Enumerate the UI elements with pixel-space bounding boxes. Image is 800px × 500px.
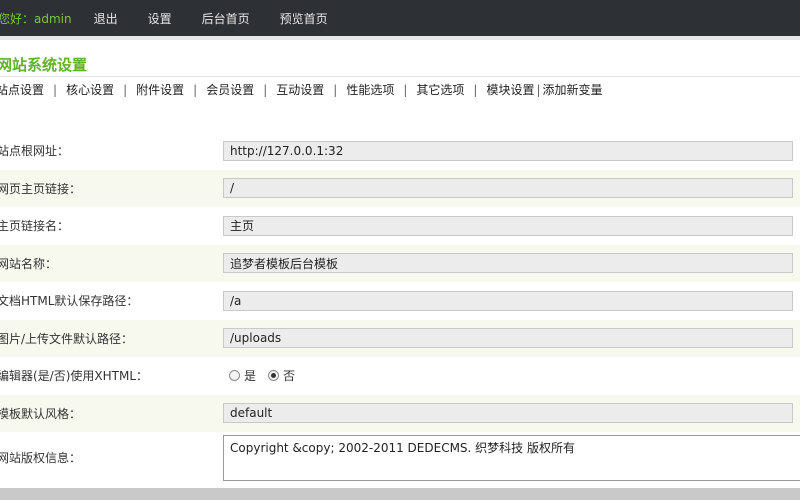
- site-name-input[interactable]: [223, 253, 793, 274]
- tab-core[interactable]: 核心设置: [66, 81, 114, 98]
- field-label: 编辑器(是/否)使用XHTML：: [0, 369, 149, 384]
- tab-other[interactable]: 其它选项: [416, 81, 464, 98]
- tab-separator: |: [123, 82, 128, 97]
- form-row-home-link-name: 主页链接名：: [0, 207, 800, 245]
- form-row-home-link: 网页主页链接：: [0, 169, 800, 207]
- settings-tabs: 站点设置 | 核心设置 | 附件设置 | 会员设置 | 互动设置 | 性能选项 …: [0, 81, 603, 98]
- tab-separator: |: [193, 82, 198, 97]
- upload-path-input[interactable]: [223, 328, 793, 349]
- form-row-site-name: 网站名称：: [0, 244, 800, 282]
- form-row-upload-path: 图片/上传文件默认路径：: [0, 319, 800, 357]
- title-divider: [0, 76, 800, 77]
- field-label: 主页链接名：: [0, 219, 70, 234]
- topbar-divider: [0, 36, 800, 40]
- tab-separator: |: [403, 82, 408, 97]
- site-root-url-input[interactable]: [223, 140, 793, 161]
- tab-separator: |: [53, 82, 58, 97]
- tab-performance[interactable]: 性能选项: [346, 81, 394, 98]
- tab-module[interactable]: 模块设置: [486, 81, 534, 98]
- form-row-copyright: 网站版权信息： Copyright &copy; 2002-2011 DEDEC…: [0, 432, 800, 482]
- tab-separator: |: [536, 82, 541, 97]
- tab-separator: |: [333, 82, 338, 97]
- field-label: 图片/上传文件默认路径：: [0, 331, 134, 346]
- tab-attachment[interactable]: 附件设置: [136, 81, 184, 98]
- home-link-input[interactable]: [223, 178, 793, 199]
- logout-link[interactable]: 退出: [94, 10, 118, 27]
- tab-member[interactable]: 会员设置: [206, 81, 254, 98]
- greeting-prefix: 您好：: [0, 11, 35, 26]
- xhtml-yes-radio[interactable]: [229, 370, 240, 382]
- top-bar: 您好：admin 退出 设置 后台首页 预览首页: [0, 0, 800, 36]
- form-row-html-save-path: 文档HTML默认保存路径：: [0, 282, 800, 320]
- field-label: 网站名称：: [0, 256, 58, 271]
- radio-label: 是: [244, 369, 257, 384]
- field-label: 网页主页链接：: [0, 181, 82, 196]
- form-row-site-root-url: 站点根网址：: [0, 132, 800, 170]
- template-style-input[interactable]: [223, 403, 793, 424]
- preview-home-link[interactable]: 预览首页: [280, 10, 328, 27]
- form-row-xhtml: 编辑器(是/否)使用XHTML： 是 否: [0, 357, 800, 395]
- settings-link[interactable]: 设置: [148, 10, 172, 27]
- xhtml-radio-group: 是 否: [229, 367, 303, 384]
- radio-label: 否: [283, 369, 296, 384]
- tab-interaction[interactable]: 互动设置: [276, 81, 324, 98]
- greeting: 您好：admin: [0, 10, 72, 27]
- form-row-template-style: 模板默认风格：: [0, 394, 800, 432]
- copyright-textarea[interactable]: Copyright &copy; 2002-2011 DEDECMS. 织梦科技…: [223, 435, 800, 481]
- field-label: 网站版权信息：: [0, 450, 82, 465]
- tab-separator: |: [473, 82, 478, 97]
- field-label: 站点根网址：: [0, 144, 70, 159]
- field-label: 模板默认风格：: [0, 406, 82, 421]
- home-link-name-input[interactable]: [223, 215, 793, 236]
- bottom-scrollbar[interactable]: [0, 488, 800, 500]
- field-label: 文档HTML默认保存路径：: [0, 294, 139, 309]
- tab-site[interactable]: 站点设置: [0, 81, 44, 98]
- username: admin: [34, 11, 72, 26]
- admin-home-link[interactable]: 后台首页: [202, 10, 250, 27]
- html-save-path-input[interactable]: [223, 290, 793, 311]
- settings-form: 站点根网址： 网页主页链接： 主页链接名： 网站名称： 文档HTML默认保存路径…: [0, 132, 800, 482]
- tab-separator: |: [263, 82, 268, 97]
- page-title: 网站系统设置: [0, 56, 88, 74]
- tab-add-variable[interactable]: 添加新变量: [543, 81, 603, 98]
- xhtml-no-radio[interactable]: [268, 370, 280, 382]
